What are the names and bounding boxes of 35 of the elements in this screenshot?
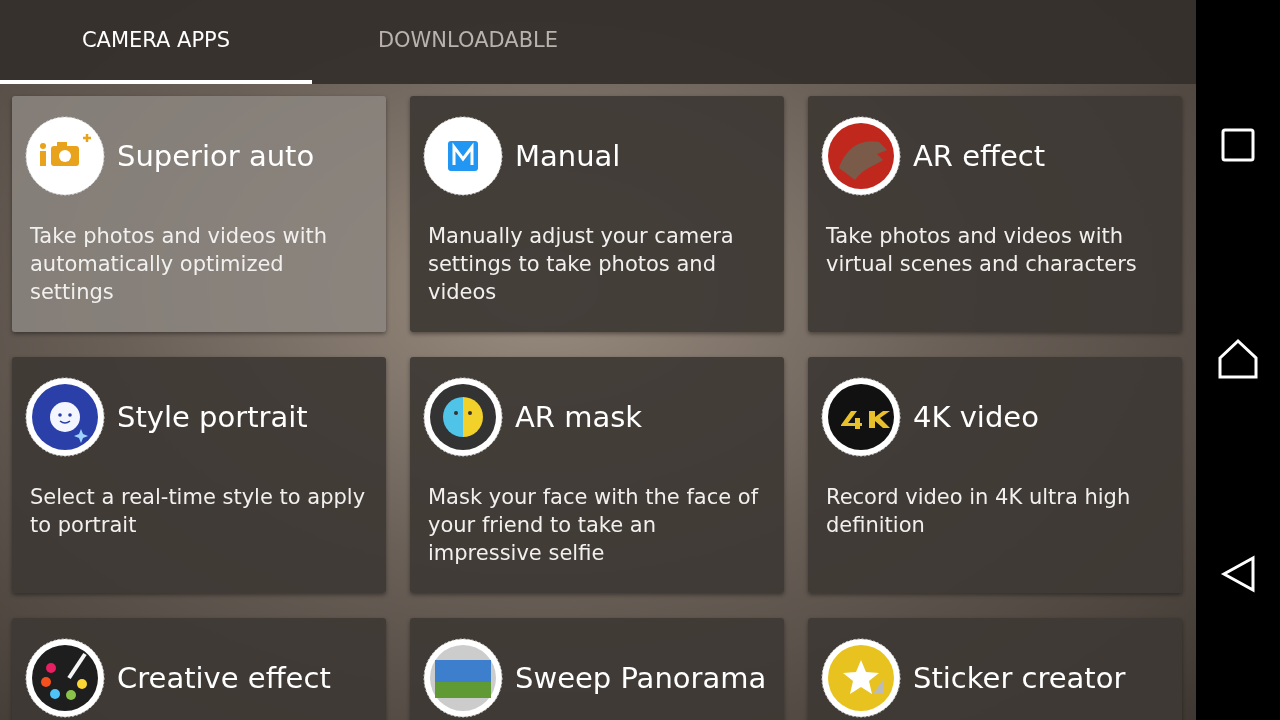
app-card[interactable]: AR effect Take photos and videos with virtual scenes and characters [808,96,1182,332]
tab[interactable]: CAMERA APPS [0,0,312,84]
app-description: Take photos and videos with virtual scenes and characters [826,223,1138,278]
app-title: Manual [515,139,621,173]
app-card[interactable]: 4K video Record video in 4K ultra high definition [808,357,1182,593]
app-card[interactable]: Creative effect [12,618,386,720]
app-description: Mask your face with the face of your friend to take an impressive selfie [428,484,760,567]
app-card[interactable]: Sweep Panorama [410,618,784,720]
app-icon [821,116,901,196]
app-card[interactable]: AR mask Mask your face with the face of your friend to take an impressive selfie [410,357,784,593]
app-icon [25,377,105,457]
app-description: Manually adjust your camera settings to take photos and videos [428,223,735,306]
app-title: 4K video [913,400,1039,434]
tab[interactable]: DOWNLOADABLE [312,0,624,84]
app-title: AR effect [913,139,1046,173]
app-title: Sticker creator [913,661,1126,695]
app-title: Creative effect [117,661,331,695]
app-description: Record video in 4K ultra high definition [826,484,1132,539]
app-card[interactable]: Manual Manually adjust your camera settings to take photos and videos [410,96,784,332]
app-title: AR mask [515,400,643,434]
app-description: Select a real-time style to apply to portrait [30,484,367,539]
app-icon [821,638,901,718]
app-icon [25,638,105,718]
app-icon [423,638,503,718]
app-description: Take photos and videos with automatically optimized settings [30,223,329,306]
app-card[interactable]: Sticker creator [808,618,1182,720]
app-card[interactable]: Superior auto Take photos and videos with automatically optimized settings [12,96,386,332]
app-icon [25,116,105,196]
app-title: Superior auto [117,139,315,173]
app-icon [423,377,503,457]
app-title: Style portrait [117,400,308,434]
app-icon [423,116,503,196]
app-card[interactable]: Style portrait Select a real-time style to apply to portrait [12,357,386,593]
app-icon [821,377,901,457]
app-title: Sweep Panorama [515,661,767,695]
